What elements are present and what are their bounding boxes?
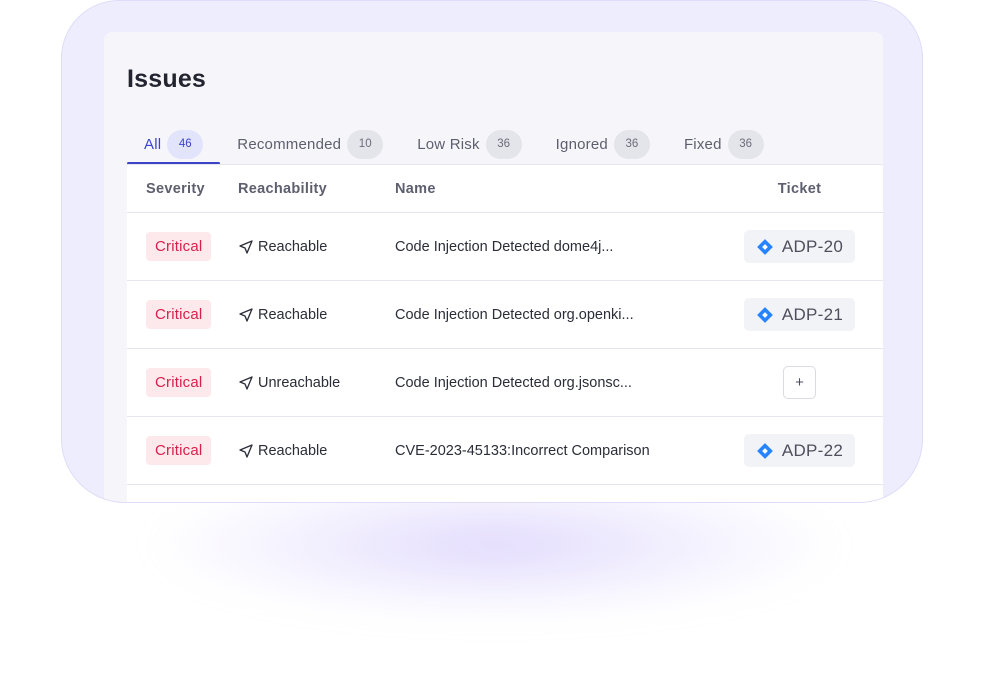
tab-label: Fixed bbox=[683, 135, 722, 153]
tab-count-badge: 36 bbox=[613, 129, 650, 159]
column-header-ticket[interactable]: Ticket bbox=[716, 181, 883, 197]
issue-name[interactable]: CVE-2023-45133:Incorrect Comparison bbox=[395, 443, 650, 459]
reachability-status: Reachable bbox=[238, 239, 376, 255]
add-ticket-button[interactable]: + bbox=[783, 366, 816, 399]
jira-icon bbox=[756, 442, 773, 459]
reachability-status: Reachable bbox=[238, 443, 376, 459]
navigation-arrow-icon bbox=[239, 239, 253, 254]
tab-count-badge: 36 bbox=[485, 129, 522, 159]
tab-recommended[interactable]: Recommended 10 bbox=[220, 124, 400, 164]
tab-label: Ignored bbox=[555, 135, 608, 153]
tab-count-badge: 36 bbox=[727, 129, 764, 159]
tab-count-badge: 46 bbox=[167, 129, 204, 159]
severity-badge: Critical bbox=[146, 300, 212, 329]
tab-label: Recommended bbox=[237, 135, 342, 153]
reachability-status: Reachable bbox=[238, 307, 376, 323]
severity-badge: Critical bbox=[146, 232, 212, 261]
tab-label: All bbox=[144, 135, 162, 153]
issue-tabs: All 46 Recommended 10 Low Risk 36 Ignore… bbox=[127, 124, 883, 165]
issues-panel: Issues All 46 Recommended 10 Low Risk 36… bbox=[104, 32, 883, 503]
severity-badge: Critical bbox=[146, 436, 212, 465]
ticket-link[interactable]: ADP-22 bbox=[743, 434, 856, 467]
reachability-label: Unreachable bbox=[258, 374, 341, 391]
reachability-label: Reachable bbox=[258, 306, 328, 323]
navigation-arrow-icon bbox=[239, 443, 253, 458]
page-title: Issues bbox=[127, 65, 207, 93]
navigation-arrow-icon bbox=[239, 375, 253, 390]
add-ticket-button[interactable] bbox=[783, 502, 816, 503]
navigation-arrow-icon bbox=[239, 307, 253, 322]
ticket-id: ADP-21 bbox=[781, 304, 844, 324]
tab-fixed[interactable]: Fixed 36 bbox=[667, 124, 781, 164]
tab-count-badge: 10 bbox=[347, 129, 384, 159]
column-header-reachability[interactable]: Reachability bbox=[219, 181, 376, 197]
table-header: Severity Reachability Name Ticket bbox=[127, 165, 883, 213]
tab-all[interactable]: All 46 bbox=[127, 124, 221, 165]
column-header-name[interactable]: Name bbox=[376, 181, 716, 197]
jira-icon bbox=[756, 306, 773, 323]
issue-name[interactable]: Code Injection Detected dome4j... bbox=[395, 239, 613, 255]
ticket-id: ADP-20 bbox=[781, 236, 844, 256]
column-header-severity[interactable]: Severity bbox=[127, 181, 219, 197]
table-row[interactable]: Critical Reachable Code Injection Detect… bbox=[127, 213, 883, 281]
jira-icon bbox=[756, 238, 773, 255]
issues-table: Severity Reachability Name Ticket Critic… bbox=[127, 164, 883, 503]
ticket-id: ADP-22 bbox=[781, 440, 844, 460]
tab-low-risk[interactable]: Low Risk 36 bbox=[400, 124, 538, 164]
table-row[interactable]: Critical Unreachable Code Injection Dete… bbox=[127, 349, 883, 417]
reachability-label: Reachable bbox=[258, 238, 328, 255]
tab-ignored[interactable]: Ignored 36 bbox=[539, 124, 667, 164]
table-row[interactable] bbox=[127, 485, 883, 503]
severity-badge: Critical bbox=[146, 368, 212, 397]
issue-name[interactable]: Code Injection Detected org.jsonsc... bbox=[395, 375, 632, 391]
reachability-label: Reachable bbox=[258, 442, 328, 459]
issue-name[interactable]: Code Injection Detected org.openki... bbox=[395, 307, 634, 323]
ticket-link[interactable]: ADP-20 bbox=[743, 230, 856, 263]
ticket-link[interactable]: ADP-21 bbox=[743, 298, 856, 331]
device-frame: Issues All 46 Recommended 10 Low Risk 36… bbox=[61, 0, 923, 503]
reachability-status: Unreachable bbox=[238, 375, 376, 391]
table-row[interactable]: Critical Reachable Code Injection Detect… bbox=[127, 281, 883, 349]
tab-label: Low Risk bbox=[417, 135, 480, 153]
table-row[interactable]: Critical Reachable CVE-2023-45133:Incorr… bbox=[127, 417, 883, 485]
